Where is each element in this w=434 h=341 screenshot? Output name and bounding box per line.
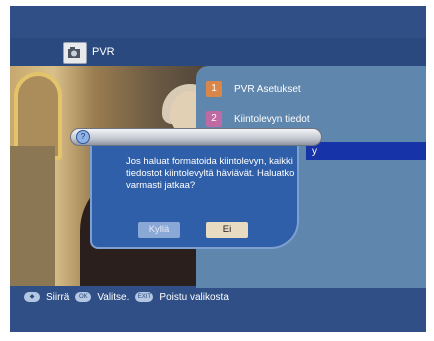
move-hint: Siirrä [46, 291, 70, 303]
dialog-title-bar [70, 128, 322, 146]
info-icon: ? [76, 130, 90, 144]
menu-item-disk-info[interactable]: 2 Kiintolevyn tiedot [206, 110, 310, 128]
footer-hints: ◆ Siirrä OK Valitse. EXIT Poistu valikos… [24, 289, 229, 305]
dialog-message: Jos haluat formatoida kiintolevyn, kaikk… [126, 156, 295, 191]
yes-button[interactable]: Kyllä [138, 222, 180, 238]
exit-icon: EXIT [135, 292, 154, 302]
menu-item-number: 1 [206, 81, 222, 97]
menu-item-number: 2 [206, 111, 222, 127]
menu-item-label: Kiintolevyn tiedot [234, 113, 310, 125]
no-button[interactable]: Ei [206, 222, 248, 238]
exit-hint: Poistu valikosta [159, 291, 229, 303]
camera-icon [63, 42, 87, 64]
menu-item-label: y [312, 145, 317, 157]
ok-icon: OK [75, 292, 92, 302]
select-hint: Valitse. [97, 291, 130, 303]
page-title: PVR [92, 46, 115, 58]
menu-item-label: PVR Asetukset [234, 83, 301, 95]
menu-item-format-selected[interactable]: y [306, 142, 426, 160]
navigate-icon: ◆ [24, 292, 40, 302]
menu-item-pvr-settings[interactable]: 1 PVR Asetukset [206, 80, 301, 98]
